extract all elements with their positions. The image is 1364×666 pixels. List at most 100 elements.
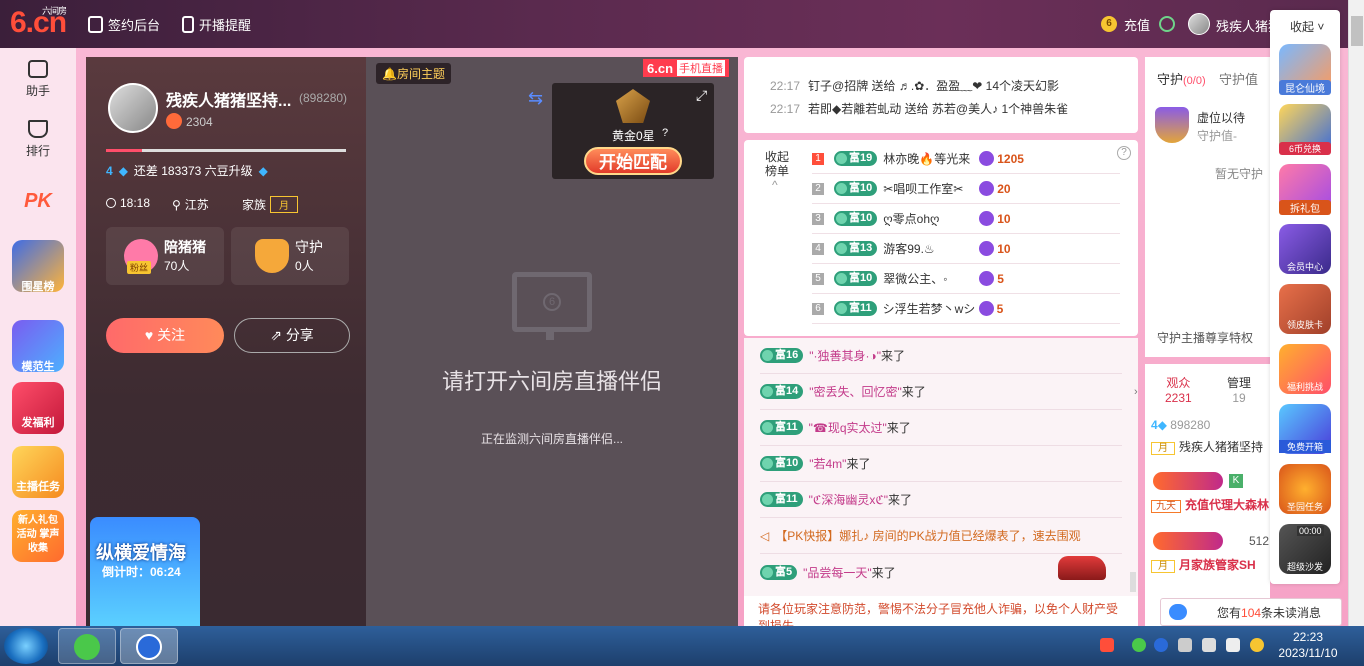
match-help-icon[interactable]: ? (662, 127, 668, 139)
audience-row[interactable]: 4◆ 898280 (1151, 418, 1210, 432)
audience-id: 512 (1249, 534, 1270, 548)
no-guard: 暂无守护 (1215, 167, 1264, 181)
gift-line: 22:17 若即◆若離若虬动 送给 苏若@美人♪ 1个神兽朱雀 (770, 102, 1069, 116)
tray-app-icon[interactable] (1100, 638, 1114, 652)
tab-guard-value[interactable]: 守护值 (1219, 69, 1258, 88)
audience-row[interactable]: 月月家族管家SH (1151, 556, 1256, 573)
rank-row[interactable]: 2 富10 ✂唱呗工作室✂ 20 (812, 174, 1120, 204)
activity-member-center[interactable]: 会员中心 (1279, 224, 1331, 274)
nav-ranking[interactable]: 排行 (0, 120, 76, 159)
family-badge[interactable]: 月 (270, 196, 298, 213)
sign-backend-link[interactable]: 签约后台 (88, 15, 160, 34)
event-banner[interactable]: 纵横爱情海 倒计时：06:24 (90, 517, 200, 626)
chevron-right-icon[interactable]: › (1134, 386, 1146, 402)
chat-row[interactable]: 富10 "若4m" 来了 (760, 446, 1122, 482)
guard-card[interactable]: 守护 0人 (231, 227, 349, 285)
activity-saint-task[interactable]: 圣园任务 (1279, 464, 1331, 514)
guard-value: 守护值- (1197, 129, 1237, 143)
anchor-name[interactable]: 残疾人猪猪坚持... (166, 87, 291, 111)
rank-row[interactable]: 1 富19 林亦晚🔥等光来 1205 (812, 144, 1120, 174)
gift-line: 22:17 钉子@招牌 送给 ♬.✿．盈盈﹏❤ 14个凌天幻影 (770, 79, 1060, 93)
audience-row-name[interactable]: 月残疾人猪猪坚持 (1151, 438, 1263, 455)
promo-model-student[interactable]: 模范生 (12, 320, 64, 373)
bolt-icon (979, 271, 995, 286)
page-scrollbar[interactable] (1348, 0, 1364, 626)
left-nav: 助手 排行 PK 围星榜 模范生 发福利 主播任务 新人礼包 活动 掌声收集 (0, 48, 76, 626)
live-reminder-link[interactable]: 开播提醒 (182, 15, 251, 34)
tab-guard[interactable]: 守护(0/0) (1157, 69, 1206, 88)
clock-icon (106, 198, 116, 208)
guard-privilege-link[interactable]: 守护主播尊享特权 (1157, 329, 1253, 346)
taskbar-app-k[interactable] (120, 628, 178, 664)
gold-rank-icon (616, 89, 650, 123)
network-icon[interactable] (1202, 638, 1216, 652)
activity-kunlun[interactable]: 昆仑仙境 (1279, 44, 1331, 95)
recharge-link[interactable]: 充值 (1124, 15, 1150, 34)
vip-badge (1153, 532, 1223, 550)
crown-icon (28, 120, 48, 138)
chat-row[interactable]: 富11 "☎现q实太过" 来了 (760, 410, 1122, 446)
scrollbar-thumb[interactable] (1351, 16, 1363, 46)
security-icon[interactable] (1250, 638, 1264, 652)
activity-skin-card[interactable]: 领皮肤卡 (1279, 284, 1331, 334)
expand-icon[interactable]: ⤢ (696, 87, 707, 104)
share-button[interactable]: ⇗ 分享 (234, 318, 350, 353)
follow-button[interactable]: ♥ 关注 (106, 318, 224, 353)
open-companion-prompt: 请打开六间房直播伴侣 (441, 369, 662, 394)
gift-feed: 22:17 钉子@招牌 送给 ♬.✿．盈盈﹏❤ 14个凌天幻影 22:17 若即◆若… (744, 57, 1138, 133)
chat-row[interactable]: 富11 "ℭ深海幽灵xℭ" 来了 (760, 482, 1122, 518)
audience-row[interactable]: 九天 充值代理大森林 (1151, 496, 1269, 513)
chat-row[interactable]: 富14 "密丢失、回忆密" 来了 (760, 374, 1122, 410)
rank-row[interactable]: 3 富10 ღ零点ohღ 10 (812, 204, 1120, 234)
check-icon[interactable] (1159, 16, 1175, 32)
nav-assistant[interactable]: 助手 (0, 60, 76, 99)
tray-k-icon[interactable] (1154, 638, 1168, 652)
diamond-icon: ◆ (1157, 418, 1167, 432)
pk-news-row[interactable]: ◁ 【PK快报】娜扎♪ 房间的PK战力值已经爆表了，速去围观 (760, 518, 1122, 554)
promo-newbie-gift[interactable]: 新人礼包 活动 掌声收集 (12, 510, 64, 562)
activity-coin-exchange[interactable]: 6币兑换 (1279, 104, 1331, 155)
promo-star-rank[interactable]: 围星榜 (12, 240, 64, 293)
start-button[interactable] (4, 628, 48, 664)
tray-browser-icon[interactable] (1132, 638, 1146, 652)
rank-row[interactable]: 4 富13 游客99.♨ 10 (812, 234, 1120, 264)
device-icon[interactable] (1226, 638, 1240, 652)
start-match-button[interactable]: 开始匹配 (584, 147, 682, 175)
site-logo[interactable]: 6.cn 六间房 (10, 6, 67, 40)
level-progress-fill (106, 149, 142, 152)
bolt-icon (978, 301, 994, 316)
room-topic-tag[interactable]: 🔔房间主题 (376, 63, 451, 84)
unread-messages[interactable]: 您有104条未读消息 (1160, 598, 1342, 626)
activity-super-sofa[interactable]: 00:00 超级沙发 (1279, 524, 1331, 574)
tab-audience[interactable]: 观众 2231 (1165, 374, 1192, 405)
diamond-icon-next: ◆ (258, 163, 268, 178)
collapse-button[interactable]: 收起 ˅ (1290, 18, 1324, 35)
system-clock[interactable]: 22:23 2023/11/10 (1268, 629, 1348, 661)
activity-free-box[interactable]: 免费开箱 (1279, 404, 1331, 454)
activity-open-gift[interactable]: 拆礼包 (1279, 164, 1331, 215)
activity-welfare-challenge[interactable]: 福利挑战 (1279, 344, 1331, 394)
anchor-avatar[interactable] (108, 83, 158, 133)
chat-scrollbar[interactable] (1130, 572, 1136, 592)
guard-shield-icon (255, 239, 289, 273)
chat-row[interactable]: 富16 "·独善其身·◑" 来了 (760, 338, 1122, 374)
nav-pk[interactable]: PK (0, 190, 76, 213)
fans-group-card[interactable]: 粉丝 陪猪猪 70人 (106, 227, 224, 285)
rank-toggle[interactable]: 收起 榜单 (764, 150, 790, 178)
chevron-up-icon[interactable]: ^ (772, 178, 778, 192)
rank-row[interactable]: 5 富10 翠微公主、◦ 5 (812, 264, 1120, 294)
bolt-icon (979, 241, 995, 256)
promo-welfare[interactable]: 发福利 (12, 382, 64, 434)
user-avatar[interactable] (1188, 13, 1210, 35)
rank-row[interactable]: 6 富11 シ浮生若梦丶wシ 5 (812, 294, 1120, 324)
volume-icon[interactable] (1178, 638, 1192, 652)
tab-admin[interactable]: 管理 19 (1227, 374, 1251, 405)
switch-icon[interactable]: ⇆ (528, 88, 543, 109)
guard-king-icon (1155, 107, 1189, 143)
taskbar-browser[interactable] (58, 628, 116, 664)
app-k-icon (136, 634, 162, 660)
promo-anchor-task[interactable]: 主播任务 (12, 446, 64, 498)
heat-value: 2304 (186, 115, 213, 129)
car-icon (1058, 556, 1106, 580)
event-countdown: 倒计时：06:24 (102, 565, 181, 579)
